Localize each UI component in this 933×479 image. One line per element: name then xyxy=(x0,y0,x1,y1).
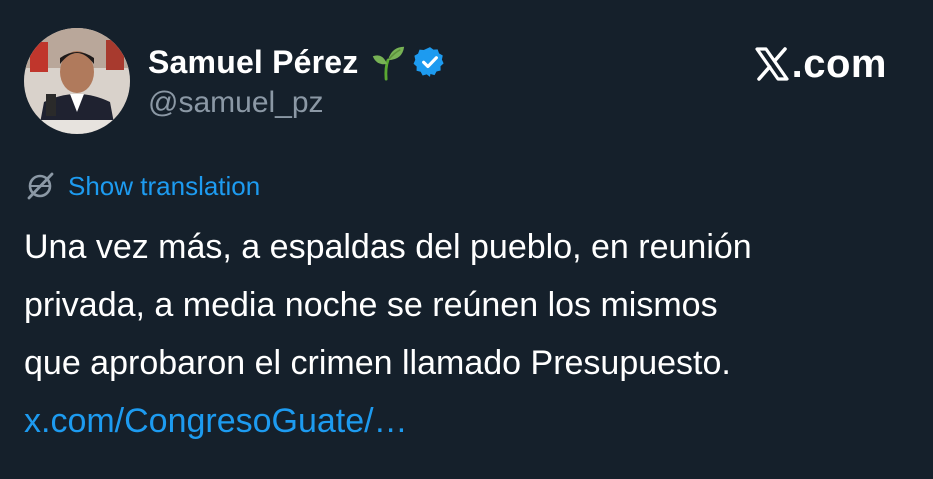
translation-row[interactable]: Show translation xyxy=(24,168,260,204)
tweet-line: que aprobaron el crimen llamado Presupue… xyxy=(24,344,731,382)
x-logo-icon xyxy=(755,47,789,81)
tweet-link[interactable]: x.com/CongresoGuate/… xyxy=(24,392,914,450)
globe-slash-icon xyxy=(27,172,54,200)
handle[interactable]: @samuel_pz xyxy=(148,86,447,120)
display-name[interactable]: Samuel Pérez xyxy=(148,44,359,81)
show-translation-link[interactable]: Show translation xyxy=(68,171,260,202)
sprout-icon xyxy=(372,46,404,81)
tweet-text: Una vez más, a espaldas del pueblo, en r… xyxy=(24,218,914,450)
tweet-line: privada, a media noche se reúnen los mis… xyxy=(24,286,718,324)
verified-badge-icon xyxy=(413,47,444,77)
brand-logo: .com xyxy=(754,42,887,86)
brand-text: .com xyxy=(791,41,887,86)
avatar-photo xyxy=(24,28,130,134)
author-info: Samuel Pérez @samuel_pz xyxy=(148,42,447,120)
name-row: Samuel Pérez xyxy=(148,42,447,82)
tweet-header: Samuel Pérez @samuel_pz .com xyxy=(24,28,909,138)
avatar[interactable] xyxy=(24,28,130,134)
tweet-line: Una vez más, a espaldas del pueblo, en r… xyxy=(24,228,752,266)
